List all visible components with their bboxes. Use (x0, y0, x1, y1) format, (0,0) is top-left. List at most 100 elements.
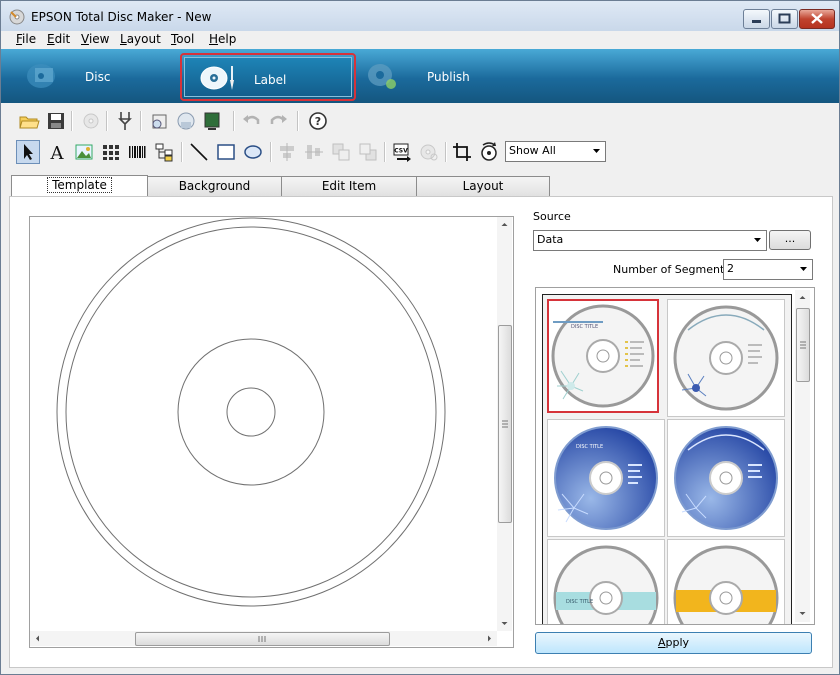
scroll-up-icon[interactable] (795, 290, 810, 305)
capture-icon[interactable] (175, 110, 197, 132)
disc-template-light-icon: DISC TITLE (551, 304, 655, 408)
tools-icon[interactable] (114, 110, 136, 132)
undo-icon (243, 115, 260, 124)
svg-text:A: A (50, 143, 65, 163)
open-folder-icon[interactable] (18, 110, 40, 132)
template-thumbnail[interactable] (667, 419, 785, 537)
template-thumbnail[interactable] (667, 299, 785, 417)
menu-view[interactable]: View (81, 32, 109, 46)
minimize-button[interactable] (743, 9, 770, 29)
minimize-icon (752, 20, 761, 23)
object-tree-icon[interactable] (153, 141, 175, 163)
redo-icon (270, 115, 287, 124)
menu-tool[interactable]: Tool (171, 32, 194, 46)
svg-text:?: ? (315, 115, 321, 128)
save-icon[interactable] (45, 110, 67, 132)
segments-value: 2 (727, 262, 734, 275)
window-title: EPSON Total Disc Maker - New (31, 10, 212, 24)
gallery-scrollbar[interactable] (795, 290, 810, 622)
disc-canvas[interactable] (29, 216, 514, 648)
import-icon[interactable] (148, 110, 170, 132)
mode-disc-label: Disc (85, 70, 111, 84)
scroll-left-icon[interactable] (30, 631, 45, 646)
gallery-scroll-thumb[interactable] (796, 308, 810, 382)
source-label: Source (533, 210, 571, 223)
close-button[interactable] (799, 9, 835, 29)
print-disc-icon (83, 113, 99, 129)
canvas-vertical-thumb[interactable] (498, 325, 512, 523)
mode-bar: Disc Label Publish (1, 49, 839, 103)
canvas-vertical-scrollbar[interactable] (497, 217, 512, 631)
tab-background[interactable]: Background (147, 176, 282, 196)
crop-icon[interactable] (451, 141, 473, 163)
menu-file[interactable]: File (16, 32, 36, 46)
canvas-horizontal-thumb[interactable] (135, 632, 390, 646)
title-bar: EPSON Total Disc Maker - New (1, 1, 839, 31)
standard-toolbar: ? (1, 106, 839, 134)
menu-bar: File Edit View Layout Tool Help (1, 31, 839, 48)
tab-template[interactable]: Template (11, 175, 148, 196)
canvas-horizontal-scrollbar[interactable] (30, 631, 497, 646)
scroll-up-icon[interactable] (497, 217, 512, 232)
align-center-icon (280, 143, 294, 161)
svg-text:DISC TITLE: DISC TITLE (571, 324, 598, 330)
source-browse-button[interactable]: ... (769, 230, 811, 250)
template-grid: DISC TITLE DISC TITLE DISC TITLE (542, 294, 792, 624)
scroll-right-icon[interactable] (482, 631, 497, 646)
chevron-down-icon (754, 238, 761, 242)
ellipse-tool-icon[interactable] (242, 141, 264, 163)
send-backward-icon (359, 143, 377, 161)
mode-disc[interactable]: Disc (21, 53, 141, 99)
chevron-down-icon (800, 267, 807, 271)
export-image-icon[interactable] (201, 110, 223, 132)
csv-import-icon[interactable]: CSV (391, 141, 413, 163)
scroll-down-icon[interactable] (497, 616, 512, 631)
chevron-down-icon (593, 149, 600, 153)
barcode-tool-icon[interactable] (126, 141, 148, 163)
mode-publish-label: Publish (427, 70, 470, 84)
disc-template-teal-band-icon: DISC TITLE (553, 545, 659, 624)
disc-preview-icon (420, 144, 438, 161)
template-thumbnail[interactable]: DISC TITLE (547, 299, 659, 413)
line-tool-icon[interactable] (188, 141, 210, 163)
disc-template-blue-icon: DISC TITLE (554, 426, 658, 530)
bring-forward-icon (332, 143, 350, 161)
mode-publish[interactable]: Publish (361, 53, 501, 99)
select-arrow-icon[interactable] (16, 140, 40, 164)
svg-text:DISC TITLE: DISC TITLE (576, 444, 603, 450)
template-thumbnail[interactable]: DISC TITLE (547, 539, 665, 624)
mode-label-highlight: Label (184, 57, 352, 97)
disc-template-blue-curved-icon (674, 426, 778, 530)
disc-mode-icon (27, 64, 55, 88)
mode-label-label: Label (254, 73, 287, 87)
template-gallery: DISC TITLE DISC TITLE DISC TITLE (535, 287, 815, 625)
grid-tool-icon[interactable] (100, 141, 122, 163)
segments-label: Number of Segments (613, 263, 731, 276)
disc-outline (56, 217, 446, 607)
menu-edit[interactable]: Edit (47, 32, 70, 46)
scroll-down-icon[interactable] (795, 606, 810, 621)
maximize-icon (778, 13, 791, 24)
svg-text:CSV: CSV (394, 148, 408, 155)
menu-layout[interactable]: Layout (120, 32, 161, 46)
mode-label[interactable]: Label (180, 53, 356, 101)
show-all-select[interactable]: Show All (505, 141, 606, 162)
template-thumbnail[interactable]: DISC TITLE (547, 419, 665, 537)
menu-help[interactable]: Help (209, 32, 236, 46)
maximize-button[interactable] (771, 9, 798, 29)
tab-layout[interactable]: Layout (416, 176, 550, 196)
rectangle-tool-icon[interactable] (215, 141, 237, 163)
image-tool-icon[interactable] (73, 141, 95, 163)
app-disc-icon (9, 9, 25, 25)
text-tool-icon[interactable]: A (46, 141, 68, 163)
source-value: Data (537, 233, 564, 246)
tab-edit-item[interactable]: Edit Item (281, 176, 417, 196)
apply-button[interactable]: Apply (535, 632, 812, 654)
help-icon[interactable]: ? (307, 110, 329, 132)
show-all-value: Show All (509, 144, 556, 157)
source-select[interactable]: Data (533, 230, 767, 251)
rotate-disc-icon[interactable] (478, 141, 500, 163)
template-thumbnail[interactable] (667, 539, 785, 624)
align-middle-icon (305, 145, 323, 159)
segments-select[interactable]: 2 (723, 259, 813, 280)
